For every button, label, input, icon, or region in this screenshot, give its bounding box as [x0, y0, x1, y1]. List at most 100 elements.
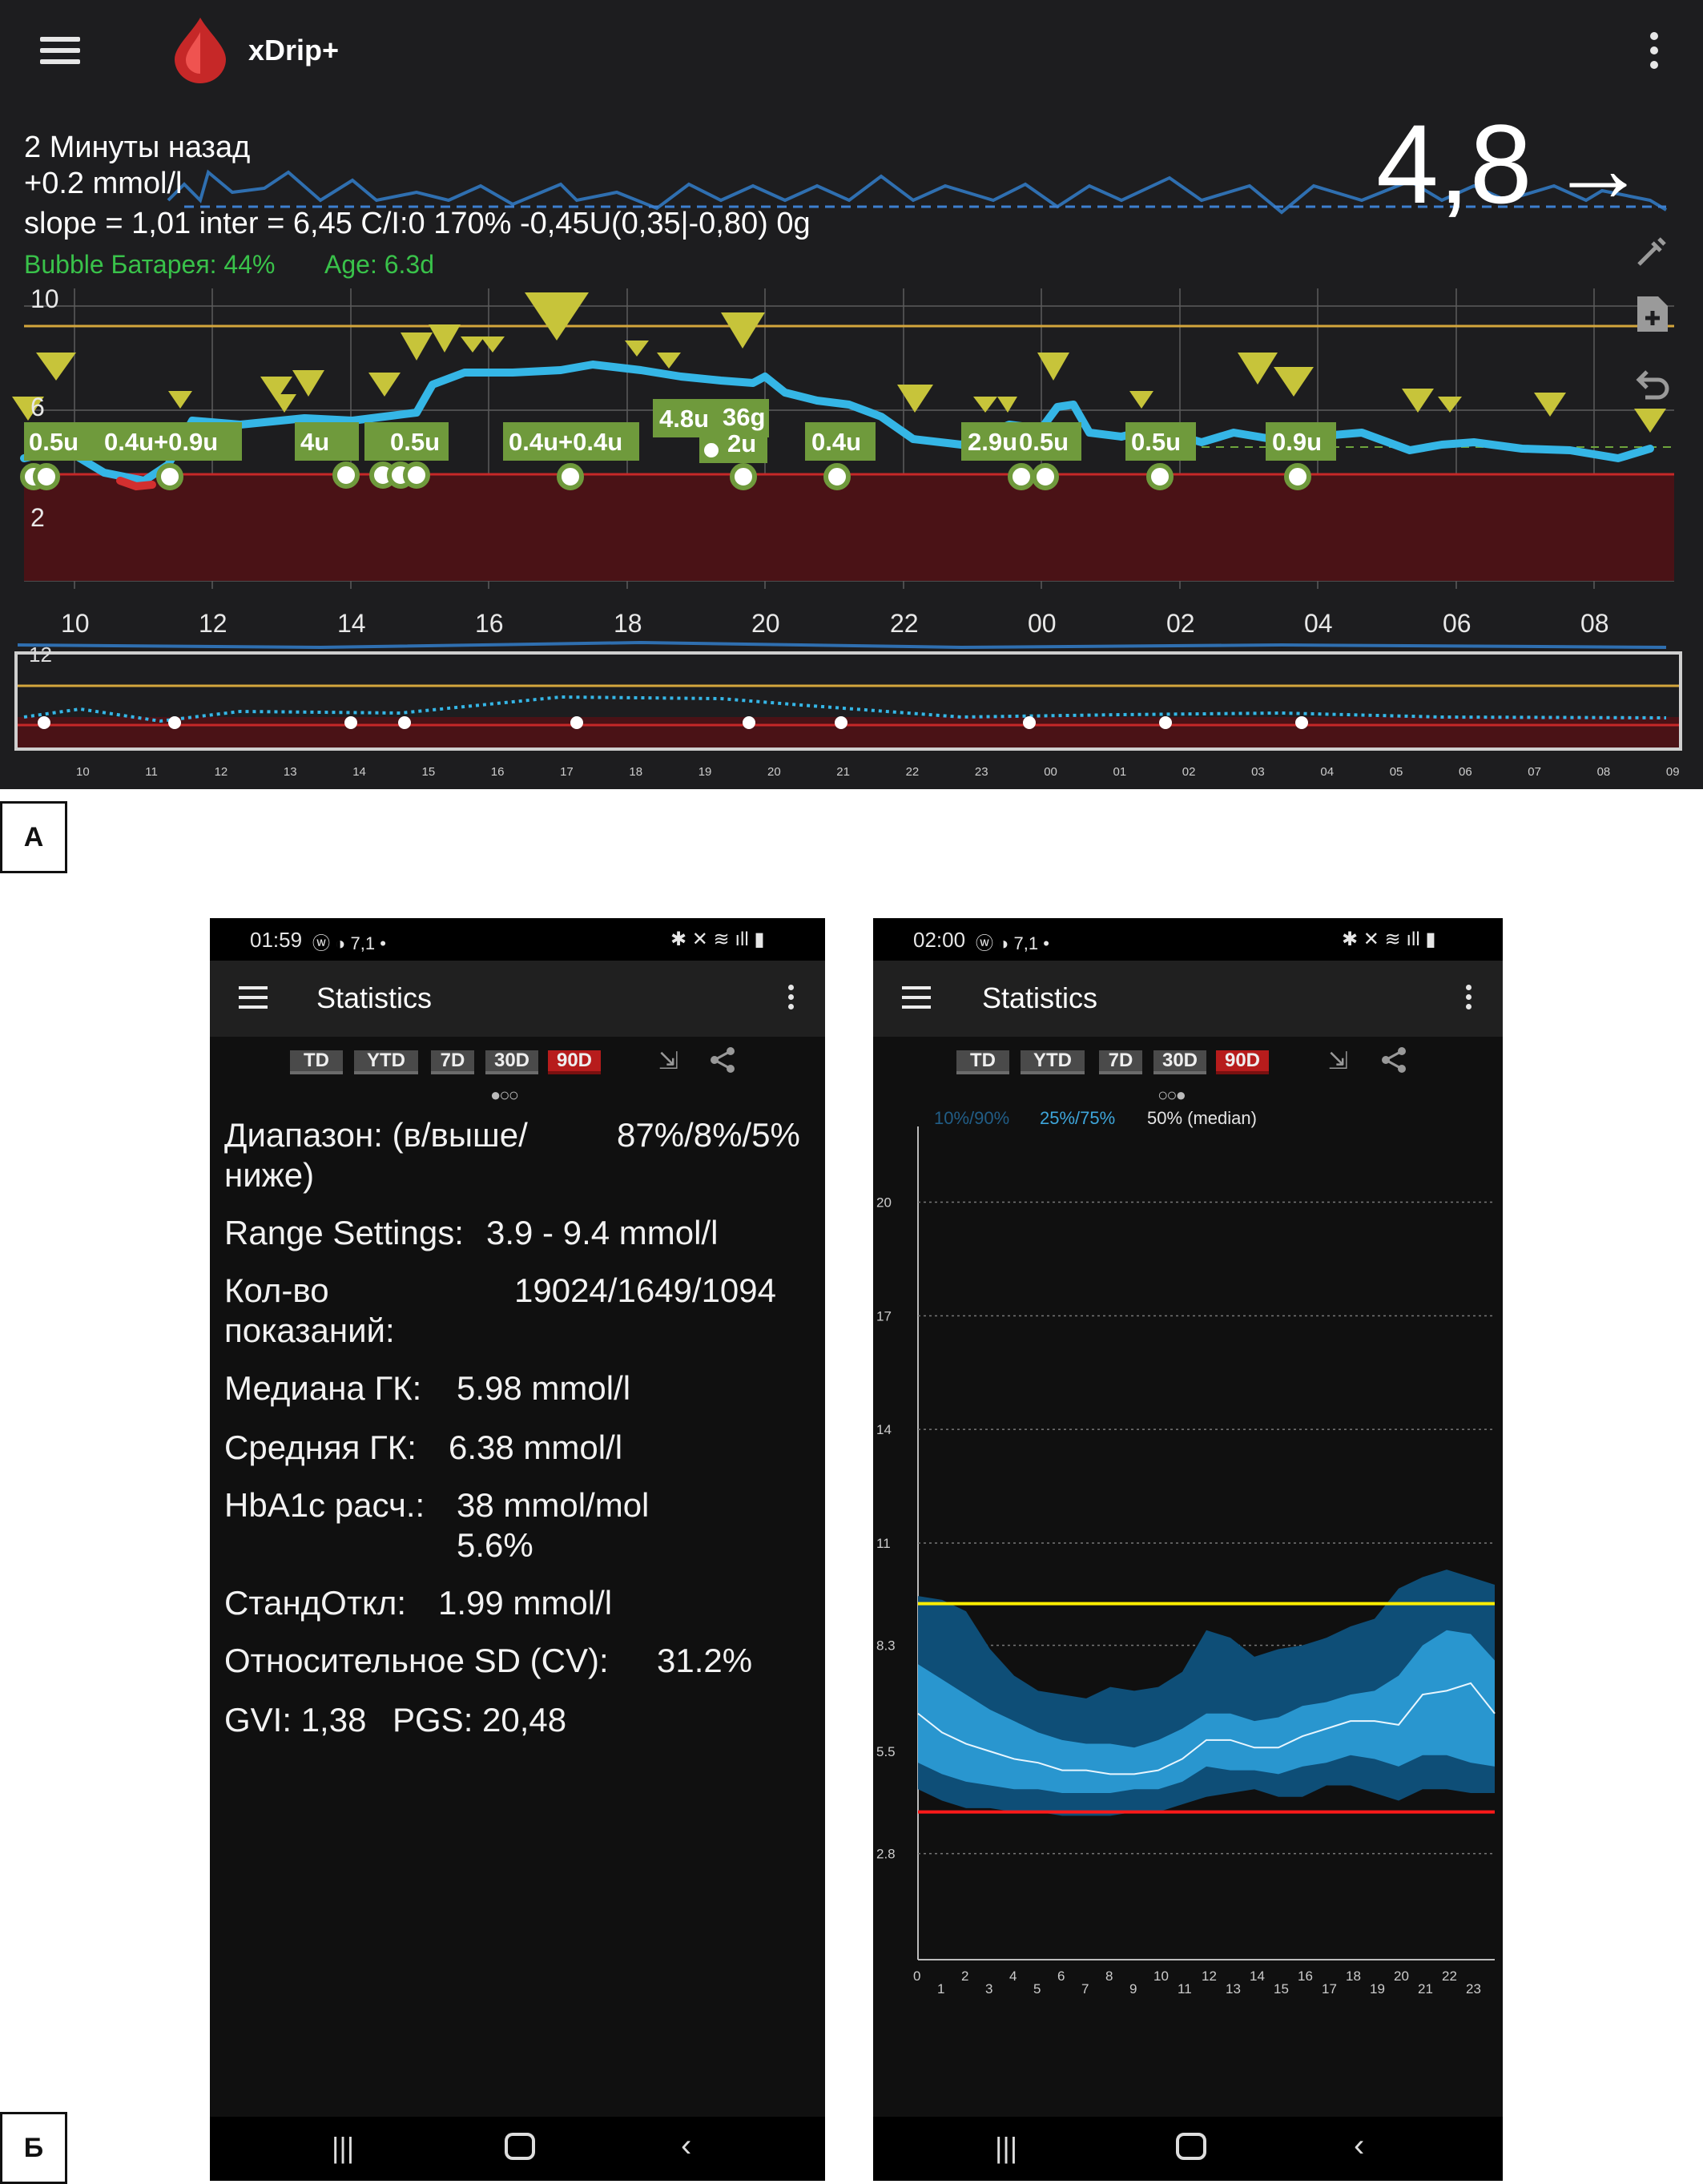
overflow-menu-icon[interactable]	[788, 985, 796, 1012]
x-tick-label: 8	[1105, 1968, 1113, 1984]
tab-30d[interactable]: 30D	[1153, 1050, 1206, 1074]
menu-icon[interactable]	[239, 986, 268, 1010]
tab-7d[interactable]: 7D	[431, 1050, 474, 1074]
mini-x-tick: 14	[352, 765, 366, 779]
x-tick-label: 0	[913, 1968, 920, 1984]
overflow-menu-icon[interactable]	[1466, 985, 1474, 1012]
mini-x-tick: 01	[1113, 765, 1127, 779]
treatment-label: 4.8u	[659, 405, 710, 433]
recent-apps-icon[interactable]: |||	[332, 2131, 354, 2165]
tab-td[interactable]: TD	[956, 1050, 1009, 1074]
app-title: xDrip+	[248, 34, 340, 66]
calibrate-icon[interactable]	[1633, 231, 1673, 271]
undo-icon[interactable]	[1634, 365, 1671, 402]
x-tick-label: 15	[1274, 1981, 1289, 1997]
mini-y-tick: 12	[29, 643, 52, 667]
y-tick-label: 5.5	[876, 1744, 896, 1759]
y-tick-label: 11	[876, 1536, 891, 1551]
x-tick-label: 22	[1442, 1968, 1457, 1984]
page-indicator: ●○○	[490, 1085, 519, 1105]
status-time: 02:00	[913, 928, 966, 952]
x-tick-label: 10	[1153, 1968, 1169, 1984]
toolbar: Statistics	[210, 961, 825, 1037]
x-tick: 12	[199, 609, 227, 638]
y-tick: 2	[30, 503, 45, 532]
treatment-label: 2u	[727, 429, 757, 457]
mini-x-tick: 20	[767, 765, 781, 779]
panel-label-b: Б	[0, 2112, 67, 2184]
status-bar: 01:59 ⓦ ◑ 7,1 • ✱ ✕ ≋ ıll ▮	[210, 918, 825, 961]
x-tick: 14	[337, 609, 366, 638]
treatment-label: 0.5u	[390, 428, 441, 456]
x-tick: 16	[475, 609, 504, 638]
stat-hba1c-label: HbA1c расч.:	[224, 1486, 425, 1524]
mini-x-tick: 05	[1389, 765, 1403, 779]
treatment-label: 0.5u	[29, 428, 79, 456]
mini-x-tick: 13	[283, 765, 297, 779]
toolbar: Statistics	[873, 961, 1503, 1037]
menu-icon[interactable]	[902, 986, 931, 1010]
x-tick-label: 5	[1033, 1981, 1041, 1997]
xdrip-logo-icon	[175, 18, 226, 83]
x-tick-label: 23	[1466, 1981, 1481, 1997]
recent-apps-icon[interactable]: |||	[995, 2131, 1017, 2165]
y-tick-label: 8.3	[876, 1638, 896, 1654]
tab-td[interactable]: TD	[290, 1050, 343, 1074]
home-icon[interactable]	[505, 2133, 535, 2160]
stat-pgs: PGS: 20,48	[393, 1701, 567, 1739]
tab-ytd[interactable]: YTD	[354, 1050, 418, 1074]
y-tick-label: 2.8	[876, 1847, 896, 1862]
mini-x-tick: 03	[1251, 765, 1265, 779]
current-glucose-value: 4,8	[1376, 101, 1532, 227]
x-tick: 04	[1304, 609, 1333, 638]
stat-median-label: Медиана ГК:	[224, 1369, 422, 1407]
back-icon[interactable]: ‹	[1354, 2128, 1364, 2164]
mini-x-tick: 18	[629, 765, 643, 779]
stat-sd-value: 1.99 mmol/l	[438, 1584, 613, 1622]
collapse-icon[interactable]: ⇲	[1328, 1047, 1348, 1075]
menu-icon[interactable]	[40, 37, 80, 42]
mini-x-tick: 21	[836, 765, 850, 779]
overflow-menu-icon[interactable]	[1649, 32, 1660, 72]
x-tick-label: 21	[1418, 1981, 1433, 1997]
x-tick: 18	[614, 609, 642, 638]
xdrip-main-screen: xDrip+ 2 Минуты назад +0.2 mmol/l slope …	[0, 0, 1703, 789]
stat-gvi: GVI: 1,38	[224, 1701, 367, 1739]
share-icon[interactable]	[708, 1046, 737, 1074]
mini-x-tick: 12	[214, 765, 228, 779]
mini-x-tick: 17	[560, 765, 574, 779]
mini-x-tick: 15	[421, 765, 436, 779]
back-icon[interactable]: ‹	[681, 2128, 691, 2164]
x-tick-label: 7	[1081, 1981, 1089, 1997]
phone-statistics-chart: 02:00 ⓦ ◑ 7,1 • ✱ ✕ ≋ ıll ▮ Statistics T…	[873, 918, 1503, 2181]
treatment-label: 0.5u	[1019, 428, 1069, 456]
tab-90d[interactable]: 90D	[548, 1050, 601, 1074]
tab-7d[interactable]: 7D	[1099, 1050, 1142, 1074]
mini-x-tick: 07	[1528, 765, 1541, 779]
mini-x-tick: 22	[905, 765, 920, 779]
x-tick-label: 3	[985, 1981, 992, 1997]
y-tick-label: 17	[876, 1308, 892, 1324]
treatment-label: 0.4u+0.4u	[509, 428, 623, 456]
treatment-label: 36g	[723, 403, 766, 431]
stat-range-value: 87%/8%/5%	[617, 1116, 800, 1154]
tab-ytd[interactable]: YTD	[1021, 1050, 1085, 1074]
x-tick-label: 20	[1394, 1968, 1409, 1984]
screen-title: Statistics	[982, 981, 1098, 1014]
phone-statistics-text: 01:59 ⓦ ◑ 7,1 • ✱ ✕ ≋ ıll ▮ Statistics T…	[210, 918, 825, 2181]
tab-90d[interactable]: 90D	[1216, 1050, 1269, 1074]
status-bar: 02:00 ⓦ ◑ 7,1 • ✱ ✕ ≋ ıll ▮	[873, 918, 1503, 961]
x-tick-label: 19	[1370, 1981, 1385, 1997]
percentile-chart: 201714118.35.52.801234567891011121314151…	[876, 1126, 1496, 1997]
add-note-icon[interactable]	[1634, 293, 1671, 335]
home-icon[interactable]	[1176, 2133, 1206, 2160]
x-tick: 08	[1580, 609, 1609, 638]
collapse-icon[interactable]: ⇲	[658, 1047, 678, 1075]
stat-mean-label: Средняя ГК:	[224, 1428, 417, 1466]
share-icon[interactable]	[1379, 1046, 1408, 1074]
mini-x-tick: 04	[1320, 765, 1335, 779]
stat-cv-label: Относительное SD (CV):	[224, 1642, 609, 1679]
tab-30d[interactable]: 30D	[485, 1050, 538, 1074]
stat-count-label: Кол-во показаний:	[224, 1271, 395, 1349]
treatment-label: 4u	[300, 428, 330, 456]
